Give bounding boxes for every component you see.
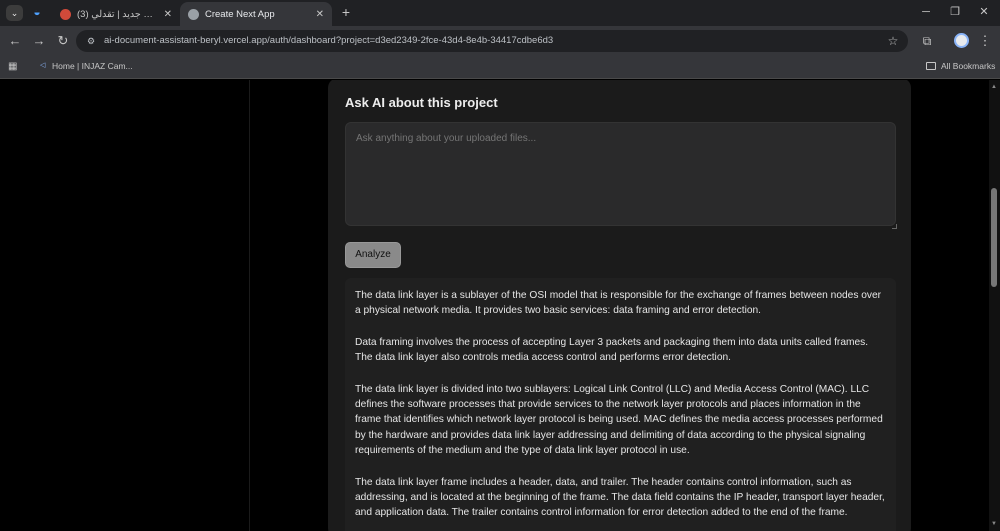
bookmark-item[interactable]: ◁ Home | INJAZ Cam... [40, 61, 133, 71]
globe-icon [188, 8, 199, 20]
url-text[interactable]: ai-document-assistant-beryl.vercel.app/a… [104, 35, 553, 46]
apps-grid-icon[interactable]: ▦ [8, 61, 19, 72]
reload-icon[interactable]: ↻ [55, 33, 71, 49]
all-bookmarks-label: All Bookmarks [941, 61, 996, 71]
bookmark-label: Home | INJAZ Cam... [52, 61, 133, 71]
browser-tab-strip: ⌄ ◒ إضافة خدمة جديد | تقدلي (3) ✕ Create… [0, 0, 1000, 26]
browser-menu-icon[interactable]: ⋮ [978, 33, 992, 49]
panel-heading: Ask AI about this project [345, 95, 498, 110]
ask-ai-panel: Ask AI about this project Analyze The da… [328, 80, 911, 531]
scroll-down-icon[interactable]: ▼ [991, 521, 997, 527]
close-tab-icon[interactable]: ✕ [316, 9, 324, 20]
brand-icon: ◒ [33, 5, 41, 19]
tab-search-button[interactable]: ⌄ [6, 5, 23, 21]
sidebar-divider [249, 80, 250, 531]
close-tab-icon[interactable]: ✕ [164, 9, 172, 20]
folder-icon [926, 62, 936, 70]
address-bar[interactable]: ⚙ ai-document-assistant-beryl.vercel.app… [76, 30, 908, 52]
analyze-button[interactable]: Analyze [345, 242, 401, 268]
site-info-icon[interactable]: ⚙ [85, 35, 97, 47]
bookmark-favicon-icon: ◁ [40, 62, 46, 69]
resize-handle-icon[interactable] [892, 224, 897, 229]
scrollbar-thumb[interactable] [991, 188, 997, 287]
new-tab-button[interactable]: + [338, 4, 354, 20]
bookmarks-bar: ▦ ◁ Home | INJAZ Cam... All Bookmarks [0, 56, 1000, 79]
answer-paragraph: The data link layer is divided into two … [355, 383, 883, 457]
ai-answer: The data link layer is a sublayer of the… [345, 278, 896, 531]
all-bookmarks-button[interactable]: All Bookmarks [926, 61, 995, 71]
answer-paragraph: Data framing involves the process of acc… [355, 336, 869, 364]
restore-icon[interactable]: ❐ [947, 4, 963, 20]
tab-inactive[interactable]: إضافة خدمة جديد | تقدلي (3) ✕ [52, 2, 180, 26]
extensions-icon[interactable]: ⧉ [919, 33, 935, 49]
tab-active[interactable]: Create Next App ✕ [180, 2, 332, 26]
bookmark-star-icon[interactable]: ☆ [886, 34, 900, 48]
answer-paragraph: The data link layer is a sublayer of the… [355, 290, 882, 317]
tab-title: إضافة خدمة جديد | تقدلي (3) [77, 8, 158, 20]
back-icon[interactable]: ← [7, 33, 23, 49]
page-content: Ask AI about this project Analyze The da… [0, 80, 1000, 531]
page-scrollbar[interactable]: ▲ ▼ [989, 80, 1000, 531]
minimize-icon[interactable]: ─ [918, 4, 934, 20]
forward-icon[interactable]: → [31, 33, 47, 49]
profile-avatar[interactable] [954, 33, 969, 48]
tab-favicon [60, 8, 71, 20]
question-input[interactable] [345, 122, 896, 226]
answer-paragraph: The data link layer frame includes a hea… [355, 476, 885, 519]
close-window-icon[interactable]: ✕ [976, 4, 992, 20]
scroll-up-icon[interactable]: ▲ [991, 84, 997, 90]
tab-title: Create Next App [205, 8, 275, 20]
browser-toolbar: ← → ↻ ⚙ ai-document-assistant-beryl.verc… [0, 26, 1000, 56]
